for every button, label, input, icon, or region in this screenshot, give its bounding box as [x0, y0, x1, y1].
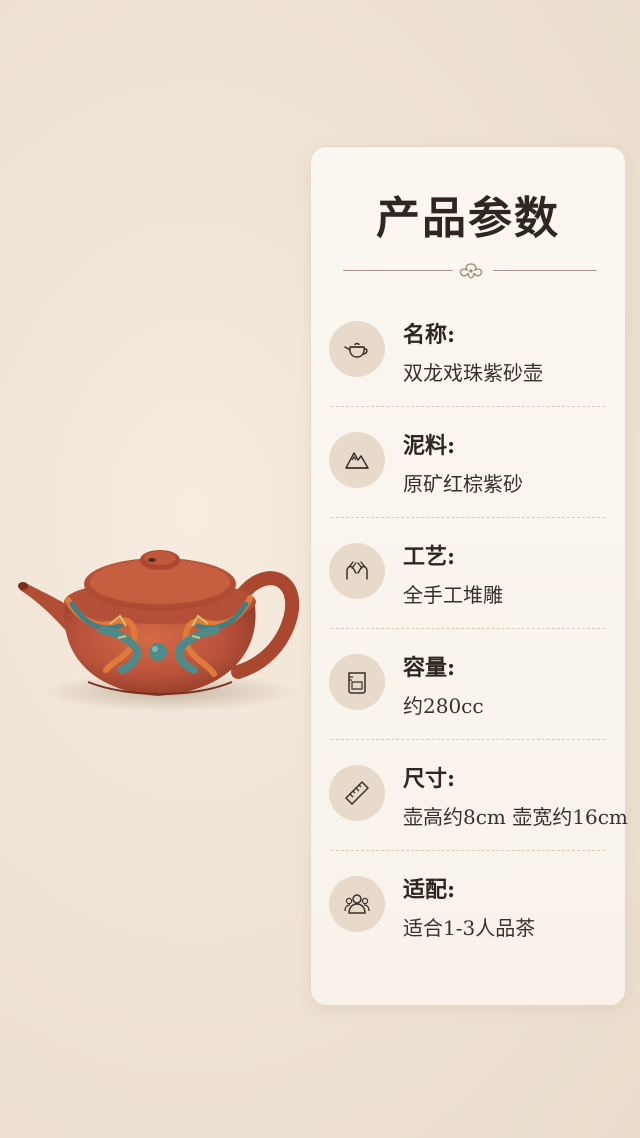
mountain-icon: [345, 452, 369, 469]
spec-row-suitable: 适配: 适合1-3人品茶: [311, 850, 625, 962]
cloud-ornament-icon: [459, 263, 483, 279]
ruler-icon: [345, 781, 369, 805]
spec-row-size: 尺寸: 壶高约8cm 壶宽约16cm: [311, 739, 628, 851]
teapot-icon: [344, 342, 368, 358]
icon-circle: [329, 765, 385, 821]
icon-circle: [329, 432, 385, 488]
spec-label: 尺寸:: [403, 766, 456, 792]
spec-row-name: 名称: 双龙戏珠紫砂壶: [311, 295, 625, 407]
spec-value: 原矿红棕紫砂: [403, 472, 523, 496]
card-title: 产品参数: [376, 193, 560, 244]
spec-label: 泥料:: [403, 433, 456, 459]
divider-line-left: [343, 270, 453, 271]
icon-circle: [329, 543, 385, 599]
hands-icon: [346, 561, 368, 580]
spec-value: 约280cc: [403, 694, 484, 718]
teapot-image: [18, 550, 299, 696]
spec-value: 适合1-3人品茶: [403, 916, 536, 940]
spec-row-clay: 泥料: 原矿红棕紫砂: [311, 406, 625, 518]
spec-label: 工艺:: [403, 544, 456, 570]
product-image-area: [0, 0, 310, 1138]
spec-value: 双龙戏珠紫砂壶: [403, 361, 543, 385]
spec-value: 壶高约8cm 壶宽约16cm: [403, 805, 628, 829]
icon-circle: [329, 654, 385, 710]
spec-label: 容量:: [403, 655, 456, 681]
spec-label: 适配:: [403, 877, 456, 903]
measuring-cup-icon: [348, 672, 366, 694]
icon-circle: [329, 876, 385, 932]
icon-circle: [329, 321, 385, 377]
spec-label: 名称:: [403, 322, 456, 348]
spec-row-craft: 工艺: 全手工堆雕: [311, 517, 625, 629]
spec-card: 产品参数 名称: 双龙戏珠紫砂壶 泥料: 原矿红棕紫砂 工艺: 全手工堆雕 容量…: [310, 146, 628, 1006]
people-icon: [344, 894, 370, 914]
spec-value: 全手工堆雕: [403, 583, 503, 607]
spec-row-capacity: 容量: 约280cc: [311, 628, 625, 740]
title-divider: [311, 261, 625, 281]
divider-line-right: [493, 270, 597, 271]
